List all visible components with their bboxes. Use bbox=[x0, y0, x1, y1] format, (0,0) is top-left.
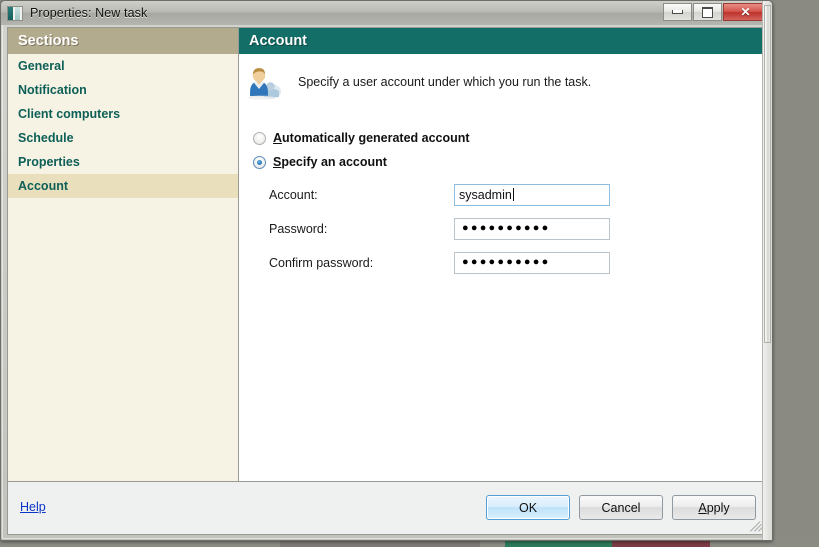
sidebar-item-properties[interactable]: Properties bbox=[8, 150, 238, 174]
sidebar-item-label: General bbox=[18, 59, 65, 73]
window-vertical-scrollbar[interactable] bbox=[762, 1, 772, 540]
confirm-password-input-value: ●●●●●●●●●● bbox=[462, 256, 551, 268]
text-caret bbox=[512, 188, 514, 201]
form-row-account: Account: sysadmin bbox=[269, 183, 766, 206]
account-input[interactable]: sysadmin bbox=[454, 183, 610, 206]
sections-header-label: Sections bbox=[18, 33, 79, 49]
account-panel: Account Specify a user account under whi… bbox=[239, 28, 766, 483]
sidebar-item-label: Properties bbox=[18, 155, 80, 169]
sidebar-item-label: Notification bbox=[18, 83, 87, 97]
ok-button[interactable]: OK bbox=[486, 495, 570, 520]
sidebar-item-client-computers[interactable]: Client computers bbox=[8, 102, 238, 126]
help-link[interactable]: Help bbox=[20, 500, 46, 514]
minimize-button[interactable] bbox=[663, 3, 692, 21]
radio-label: Specify an account bbox=[273, 155, 387, 169]
dialog-buttons: OK Cancel Apply bbox=[486, 495, 756, 520]
title-bar[interactable]: Properties: New task ✕ bbox=[1, 1, 772, 25]
page-title: Account bbox=[249, 33, 307, 49]
account-description: Specify a user account under which you r… bbox=[298, 75, 592, 89]
radio-indicator-selected bbox=[253, 155, 266, 169]
confirm-password-input[interactable]: ●●●●●●●●●● bbox=[454, 251, 610, 274]
user-account-icon bbox=[247, 66, 281, 106]
ok-button-label: OK bbox=[518, 500, 538, 515]
account-form: Account: sysadmin Password: ●●●●●●●●●● C… bbox=[269, 183, 766, 274]
properties-dialog-window: Properties: New task ✕ Sections General … bbox=[0, 0, 773, 541]
cancel-button-label: Cancel bbox=[601, 500, 641, 515]
apply-button[interactable]: Apply bbox=[672, 495, 756, 520]
radio-label: Automatically generated account bbox=[273, 131, 470, 145]
app-window-icon bbox=[7, 5, 23, 21]
apply-button-label: Apply bbox=[698, 500, 730, 515]
radio-specify-an-account[interactable]: Specify an account bbox=[253, 155, 766, 169]
sections-header: Sections bbox=[8, 28, 238, 54]
account-intro: Specify a user account under which you r… bbox=[239, 64, 766, 106]
cancel-button[interactable]: Cancel bbox=[579, 495, 663, 520]
account-input-value: sysadmin bbox=[459, 187, 512, 202]
sidebar-item-account[interactable]: Account bbox=[8, 174, 238, 198]
password-input[interactable]: ●●●●●●●●●● bbox=[454, 217, 610, 240]
scrollbar-thumb[interactable] bbox=[764, 5, 771, 343]
account-field-label: Account: bbox=[269, 187, 318, 202]
dialog-panes: Sections General Notification Client com… bbox=[8, 28, 766, 483]
confirm-password-field-label: Confirm password: bbox=[269, 255, 374, 270]
sidebar-item-notification[interactable]: Notification bbox=[8, 78, 238, 102]
sidebar-item-label: Client computers bbox=[18, 107, 121, 121]
sidebar-item-general[interactable]: General bbox=[8, 54, 238, 78]
account-panel-header: Account bbox=[239, 28, 766, 54]
sections-sidebar: Sections General Notification Client com… bbox=[8, 28, 239, 483]
account-panel-body: Specify a user account under which you r… bbox=[239, 54, 766, 274]
maximize-button[interactable] bbox=[693, 3, 722, 21]
accel-letter: A bbox=[273, 131, 283, 145]
form-row-password: Password: ●●●●●●●●●● bbox=[269, 217, 766, 240]
window-title: Properties: New task bbox=[30, 6, 148, 20]
sidebar-item-label: Account bbox=[18, 179, 68, 193]
radio-automatically-generated-account[interactable]: Automatically generated account bbox=[253, 131, 766, 145]
form-row-confirm-password: Confirm password: ●●●●●●●●●● bbox=[269, 251, 766, 274]
password-input-value: ●●●●●●●●●● bbox=[462, 222, 551, 234]
dialog-client-area: Sections General Notification Client com… bbox=[7, 27, 767, 535]
window-controls: ✕ bbox=[663, 3, 768, 21]
sidebar-item-schedule[interactable]: Schedule bbox=[8, 126, 238, 150]
radio-indicator bbox=[253, 131, 266, 145]
accel-letter: A bbox=[698, 500, 707, 515]
sidebar-item-label: Schedule bbox=[18, 131, 74, 145]
password-field-label: Password: bbox=[269, 221, 328, 236]
dialog-footer: Help OK Cancel Apply bbox=[8, 481, 766, 534]
close-icon: ✕ bbox=[740, 5, 751, 19]
